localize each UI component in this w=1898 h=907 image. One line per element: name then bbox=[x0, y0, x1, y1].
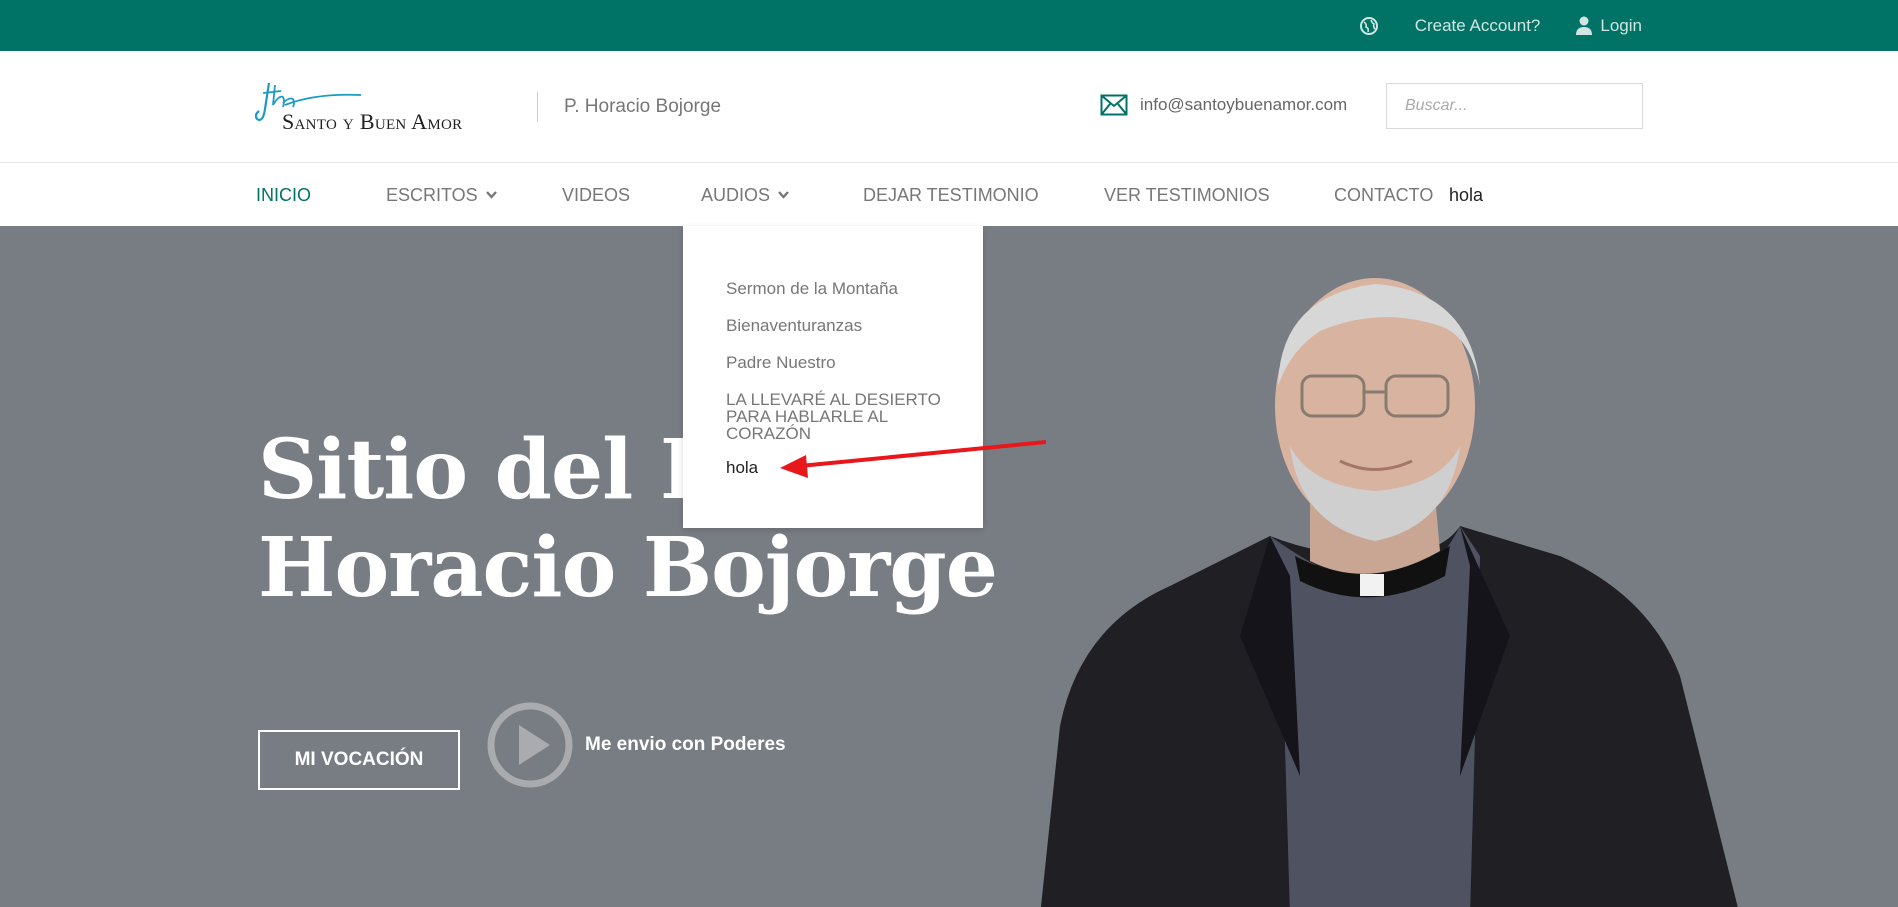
site-logo[interactable]: Santo y Buen Amor bbox=[255, 79, 505, 135]
audios-dropdown-menu: Sermon de la Montaña Bienaventuranzas Pa… bbox=[683, 226, 983, 528]
nav-label: VIDEOS bbox=[562, 185, 631, 205]
dropdown-item-la-llevare[interactable]: LA LLEVARÉ AL DESIERTO PARA HABLARLE AL … bbox=[726, 391, 956, 442]
video-play-label[interactable]: Me envio con Poderes bbox=[585, 734, 786, 756]
nav-label: AUDIOS bbox=[701, 185, 771, 205]
chevron-down-icon bbox=[485, 191, 497, 199]
nav-label: DEJAR TESTIMONIO bbox=[863, 185, 1039, 205]
nav-item-escritos[interactable]: ESCRITOS bbox=[386, 164, 497, 226]
top-bar: Create Account? Login bbox=[0, 0, 1898, 51]
mi-vocacion-button[interactable]: MI VOCACIÓN bbox=[258, 730, 460, 790]
site-subtitle: P. Horacio Bojorge bbox=[564, 96, 722, 117]
hero-title-line-2: Horacio Bojorge bbox=[258, 520, 998, 616]
dropdown-item-bienaventuranzas[interactable]: Bienaventuranzas bbox=[726, 317, 956, 334]
globe-icon[interactable] bbox=[1359, 16, 1379, 36]
site-header: Santo y Buen Amor P. Horacio Bojorge inf… bbox=[0, 51, 1898, 163]
email-address: info@santoybuenamor.com bbox=[1140, 95, 1348, 114]
login-label: Login bbox=[1600, 15, 1642, 35]
nav-item-videos[interactable]: VIDEOS bbox=[562, 164, 630, 226]
chevron-down-icon bbox=[778, 191, 789, 199]
nav-label: CONTACTO bbox=[1334, 185, 1434, 205]
create-account-link[interactable]: Create Account? bbox=[1415, 16, 1541, 36]
search-input[interactable] bbox=[1386, 83, 1643, 129]
dropdown-item-hola[interactable]: hola bbox=[726, 459, 956, 476]
login-link[interactable]: Login bbox=[1576, 16, 1642, 36]
envelope-icon bbox=[1100, 94, 1128, 116]
nav-label: INICIO bbox=[256, 185, 312, 205]
header-divider bbox=[537, 92, 538, 122]
main-nav: INICIO ESCRITOS VIDEOS AUDIOS DEJAR TEST… bbox=[0, 164, 1898, 226]
nav-item-ver-testimonios[interactable]: VER TESTIMONIOS bbox=[1104, 164, 1270, 226]
nav-item-hola[interactable]: hola bbox=[1449, 164, 1483, 226]
nav-label: ESCRITOS bbox=[386, 185, 478, 205]
dropdown-item-sermon[interactable]: Sermon de la Montaña bbox=[726, 280, 956, 297]
nav-item-contacto[interactable]: CONTACTO bbox=[1334, 164, 1433, 226]
priest-portrait-image bbox=[1040, 278, 1738, 907]
nav-item-inicio[interactable]: INICIO bbox=[256, 164, 311, 226]
nav-item-dejar-testimonio[interactable]: DEJAR TESTIMONIO bbox=[863, 164, 1039, 226]
nav-item-audios[interactable]: AUDIOS bbox=[701, 164, 789, 226]
logo-text: Santo y Buen Amor bbox=[282, 109, 463, 134]
user-icon bbox=[1576, 16, 1593, 35]
nav-label: VER TESTIMONIOS bbox=[1104, 185, 1270, 205]
nav-label: hola bbox=[1449, 185, 1484, 205]
dropdown-item-padre-nuestro[interactable]: Padre Nuestro bbox=[726, 354, 956, 371]
email-contact[interactable]: info@santoybuenamor.com bbox=[1100, 94, 1347, 116]
play-icon[interactable] bbox=[486, 701, 574, 789]
